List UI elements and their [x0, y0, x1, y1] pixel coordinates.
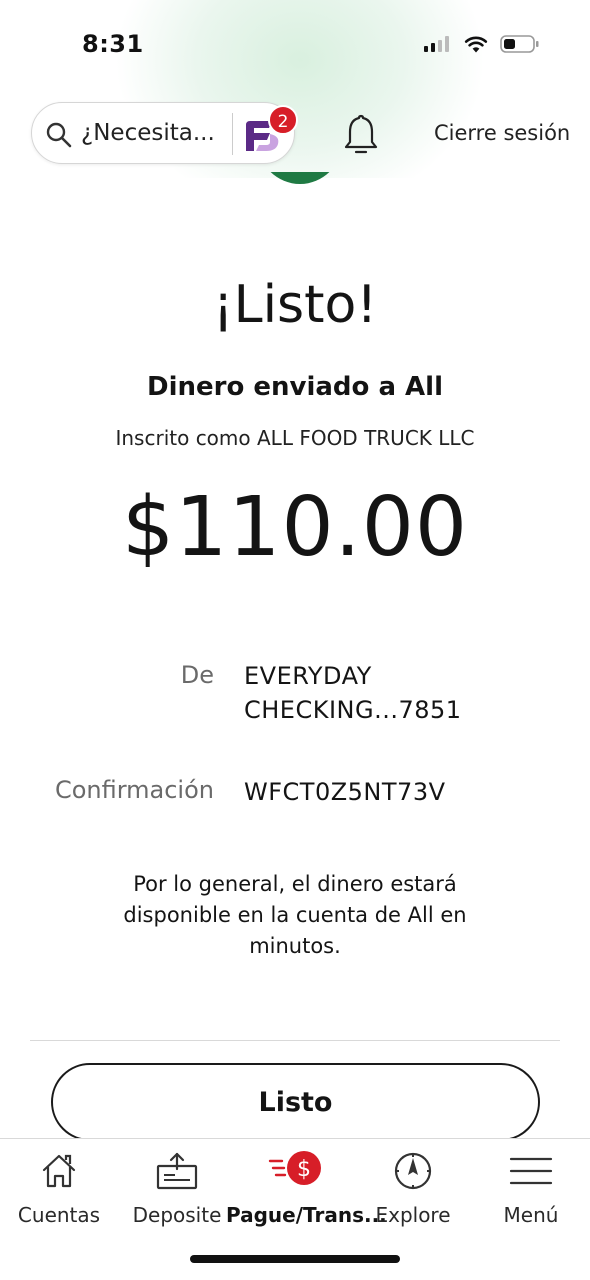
battery-icon: [500, 35, 539, 53]
search-input[interactable]: ¿Necesita...: [81, 120, 215, 146]
home-icon: [42, 1154, 76, 1188]
svg-text:$: $: [297, 1157, 311, 1182]
bell-icon[interactable]: [342, 112, 380, 156]
wifi-icon: [464, 36, 488, 53]
tab-label: Menú: [503, 1203, 559, 1227]
status-time: 8:31: [82, 30, 144, 58]
menu-icon: [509, 1157, 553, 1185]
tab-label: Explore: [375, 1203, 451, 1227]
tab-explore[interactable]: Explore: [370, 1139, 456, 1239]
recipient-enrolled-name: Inscrito como ALL FOOD TRUCK LLC: [115, 426, 475, 450]
tab-deposit[interactable]: Deposite: [128, 1139, 226, 1239]
tab-label: Pague/Trans...: [226, 1203, 387, 1227]
from-account-value: EVERYDAY CHECKING...7851: [244, 662, 462, 724]
search-divider: [232, 113, 233, 155]
recipient-heading: Dinero enviado a All: [147, 372, 443, 402]
cellular-signal-icon: [424, 36, 449, 52]
pay-transfer-icon: $: [268, 1151, 321, 1185]
tab-label: Cuentas: [17, 1203, 101, 1227]
deposit-icon: [156, 1152, 198, 1190]
payment-confirmation-screen: 8:31 ¿Necesita... 2 Cierre sesión ¡Listo…: [0, 0, 590, 1280]
search-icon: [46, 122, 72, 148]
tab-pay-transfer[interactable]: $ Pague/Trans...: [226, 1139, 387, 1239]
done-button[interactable]: Listo: [51, 1063, 540, 1141]
search-bar[interactable]: ¿Necesita... 2: [31, 102, 298, 164]
confirmation-number: WFCT0Z5NT73V: [244, 778, 446, 806]
tab-menu[interactable]: Menú: [488, 1139, 574, 1239]
compass-icon: [394, 1152, 432, 1190]
confirmation-label: Confirmación: [54, 776, 214, 804]
availability-note: Por lo general, el dinero estará disponi…: [123, 872, 467, 958]
tab-label: Deposite: [132, 1203, 222, 1227]
status-bar: 8:31: [0, 0, 590, 88]
tab-accounts[interactable]: Cuentas: [8, 1139, 110, 1239]
home-indicator[interactable]: [190, 1255, 400, 1263]
notification-count-badge: 2: [268, 105, 298, 135]
content-divider: [30, 1040, 560, 1041]
page-title: ¡Listo!: [212, 275, 378, 335]
logout-link[interactable]: Cierre sesión: [434, 121, 570, 145]
payment-amount: $110.00: [121, 480, 469, 575]
from-account-label: De: [180, 661, 214, 689]
